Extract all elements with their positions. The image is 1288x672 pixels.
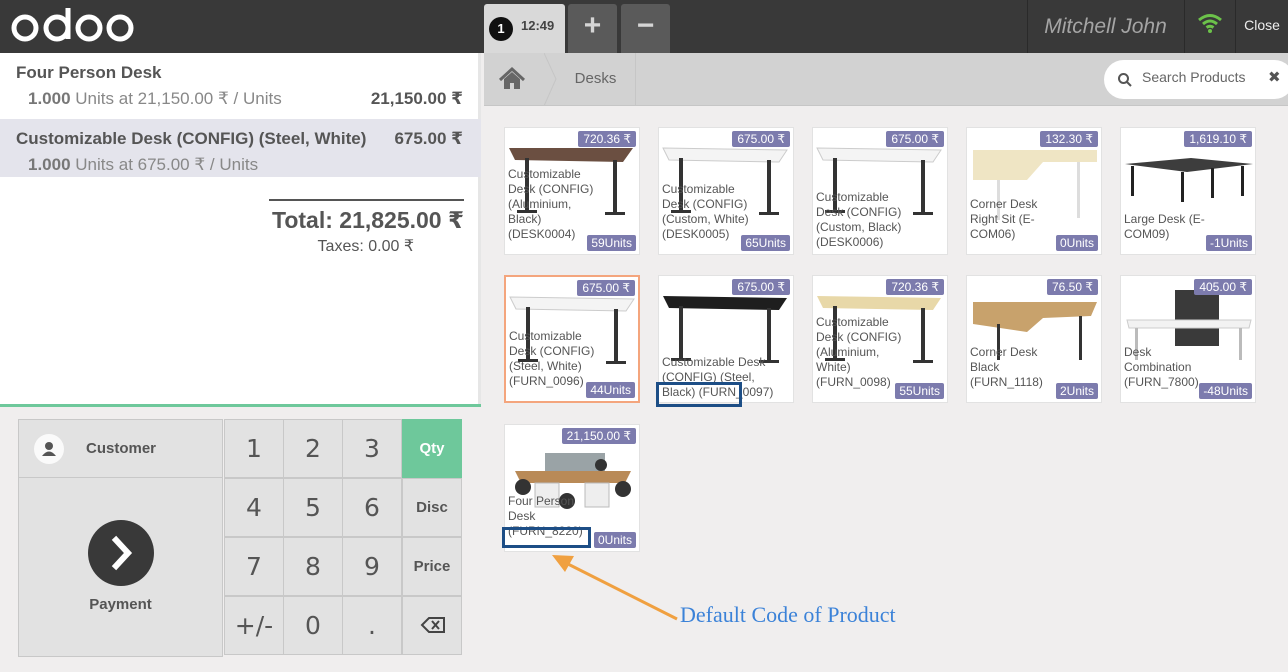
close-button[interactable]: Close <box>1235 0 1288 53</box>
order-taxes: Taxes: 0.00 ₹ <box>317 238 414 255</box>
product-price: 21,150.00 ₹ <box>561 428 636 444</box>
clear-search-icon[interactable]: ✖ <box>1268 68 1281 86</box>
mode-disc-button[interactable]: Disc <box>402 478 462 537</box>
numpad-key-dot[interactable]: . <box>342 596 402 655</box>
numpad-key-2[interactable]: 2 <box>283 419 343 478</box>
add-order-button[interactable]: + <box>568 4 617 53</box>
order-line[interactable]: Four Person Desk 1.000 Units at 21,150.0… <box>0 53 481 111</box>
product-stock: 65Units <box>741 235 790 251</box>
product-price: 1,619.10 ₹ <box>1184 131 1252 147</box>
backspace-icon[interactable] <box>402 596 462 655</box>
mode-qty-button[interactable]: Qty <box>402 419 462 478</box>
product-price: 675.00 ₹ <box>886 131 944 147</box>
product-card[interactable]: 132.30 ₹ Corner Desk Right Sit (E-COM06)… <box>966 127 1102 255</box>
product-price: 675.00 ₹ <box>732 279 790 295</box>
order-line-info: 1.000 Units at 675.00 ₹ / Units <box>28 155 259 174</box>
remove-order-button[interactable]: − <box>621 4 670 53</box>
product-price: 720.36 ₹ <box>578 131 636 147</box>
pos-header: 1 12:49 + − Mitchell John Close <box>0 0 1288 53</box>
product-price: 675.00 ₹ <box>577 280 635 296</box>
product-stock: -1Units <box>1205 235 1252 251</box>
numpad-key-4[interactable]: 4 <box>224 478 284 537</box>
product-name: Large Desk (E-COM09) <box>1124 212 1205 241</box>
product-price: 132.30 ₹ <box>1040 131 1098 147</box>
product-stock: 59Units <box>587 235 636 251</box>
wifi-icon <box>1184 0 1234 53</box>
product-header: Desks ✖ <box>484 53 1288 106</box>
customer-label: Customer <box>86 440 157 457</box>
numpad-key-6[interactable]: 6 <box>342 478 402 537</box>
product-price: 405.00 ₹ <box>1194 279 1252 295</box>
order-summary: Total: 21,825.00 ₹ Taxes: 0.00 ₹ <box>269 199 464 256</box>
numpad-key-0[interactable]: 0 <box>283 596 343 655</box>
order-line-price: 675.00 ₹ <box>394 129 463 148</box>
odoo-logo <box>11 8 134 42</box>
default-code-highlight <box>656 382 742 407</box>
numpad-key-sign[interactable]: +/- <box>224 596 284 655</box>
product-card[interactable]: 76.50 ₹ Corner Desk Black (FURN_1118) 2U… <box>966 275 1102 403</box>
order-tab[interactable]: 1 12:49 <box>484 4 565 53</box>
product-card[interactable]: 720.36 ₹ Customizable Desk (CONFIG) (Alu… <box>812 275 948 403</box>
customer-button[interactable]: Customer <box>18 419 223 478</box>
product-name: Corner Desk Black (FURN_1118) <box>970 345 1043 389</box>
numpad-key-9[interactable]: 9 <box>342 537 402 596</box>
numpad-key-7[interactable]: 7 <box>224 537 284 596</box>
search-icon <box>1118 73 1132 87</box>
order-time: 12:49 <box>521 18 555 33</box>
annotation-arrow-icon <box>552 555 678 621</box>
breadcrumb-desks[interactable]: Desks <box>556 53 636 106</box>
payment-button[interactable]: Payment <box>18 478 223 657</box>
product-name: Customizable Desk (CONFIG) (Aluminium, B… <box>508 167 594 241</box>
product-card[interactable]: 1,619.10 ₹ Large Desk (E-COM09) -1Units <box>1120 127 1256 255</box>
payment-label: Payment <box>89 596 152 613</box>
product-name: Customizable Desk (CONFIG) (Custom, Whit… <box>662 182 749 241</box>
product-card[interactable]: 675.00 ₹ Customizable Desk (CONFIG) (Cus… <box>658 127 794 255</box>
product-card[interactable]: 675.00 ₹ Customizable Desk (CONFIG) (Cus… <box>812 127 948 255</box>
product-name: Customizable Desk (CONFIG) (Custom, Blac… <box>816 190 902 249</box>
product-card-selected[interactable]: 675.00 ₹ Customizable Desk (CONFIG) (Ste… <box>504 275 640 403</box>
product-name: Customizable Desk (CONFIG) (Aluminium, W… <box>816 315 902 389</box>
numpad-key-8[interactable]: 8 <box>283 537 343 596</box>
control-pad: Customer Payment 1 2 3 Qty 4 5 6 Disc 7 … <box>0 404 481 672</box>
product-card[interactable]: 720.36 ₹ Customizable Desk (CONFIG) (Alu… <box>504 127 640 255</box>
mode-price-button[interactable]: Price <box>402 537 462 596</box>
numpad-key-1[interactable]: 1 <box>224 419 284 478</box>
order-line-name: Four Person Desk <box>16 63 162 82</box>
product-price: 675.00 ₹ <box>732 131 790 147</box>
product-stock: 55Units <box>895 383 944 399</box>
order-pane: Four Person Desk 1.000 Units at 21,150.0… <box>0 53 481 672</box>
product-price: 720.36 ₹ <box>886 279 944 295</box>
cashier-name[interactable]: Mitchell John <box>1027 0 1183 53</box>
chevron-right-icon <box>88 520 154 586</box>
home-icon[interactable] <box>484 53 544 106</box>
search-box: ✖ <box>1104 60 1288 99</box>
order-number-badge: 1 <box>489 17 513 41</box>
annotation-label: Default Code of Product <box>680 602 896 627</box>
product-stock: -48Units <box>1199 383 1252 399</box>
order-line-price: 21,150.00 ₹ <box>370 89 463 108</box>
user-icon <box>34 434 64 464</box>
search-input[interactable] <box>1142 69 1262 85</box>
product-card[interactable]: 405.00 ₹ Desk Combination (FURN_7800) -4… <box>1120 275 1256 403</box>
numpad-key-5[interactable]: 5 <box>283 478 343 537</box>
product-stock: 44Units <box>586 382 635 398</box>
order-total: Total: 21,825.00 ₹ <box>272 207 464 233</box>
product-name: Customizable Desk (CONFIG) (Steel, White… <box>509 329 595 388</box>
product-stock: 0Units <box>1055 235 1098 251</box>
numpad-key-3[interactable]: 3 <box>342 419 402 478</box>
order-line-info: 1.000 Units at 21,150.00 ₹ / Units <box>28 89 282 108</box>
product-price: 76.50 ₹ <box>1047 279 1098 295</box>
product-name: Corner Desk Right Sit (E-COM06) <box>970 197 1038 241</box>
order-line-selected[interactable]: Customizable Desk (CONFIG) (Steel, White… <box>0 119 481 177</box>
product-stock: 2Units <box>1055 383 1098 399</box>
